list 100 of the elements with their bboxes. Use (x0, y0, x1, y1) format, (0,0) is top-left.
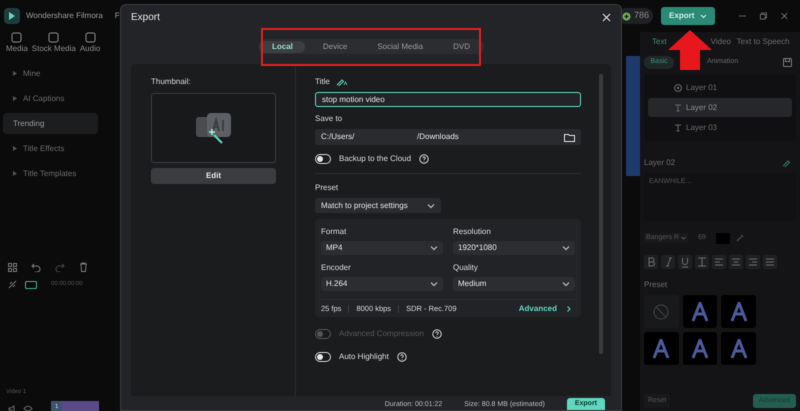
media-icon (48, 32, 60, 43)
media-tab[interactable]: Audio (80, 32, 100, 55)
eye-icon[interactable] (23, 405, 33, 411)
ai-image-icon (194, 111, 234, 145)
format-align-left-icon[interactable] (712, 255, 726, 269)
caret-icon (427, 202, 435, 208)
dialog-title: Export (131, 10, 160, 24)
save-path-field[interactable]: C:/Users/ /Downloads (315, 129, 581, 145)
format-align-right-icon[interactable] (746, 255, 760, 269)
text-icon (674, 104, 682, 112)
format-bold-icon[interactable] (644, 255, 658, 269)
pen-icon[interactable] (782, 159, 792, 167)
expand-caret-icon[interactable] (13, 171, 17, 176)
setting-label: Encoder (321, 262, 352, 273)
format-spacing-icon[interactable] (695, 255, 709, 269)
caret-icon (700, 14, 708, 18)
undo-icon[interactable] (31, 262, 41, 272)
format-align-center-icon[interactable] (729, 255, 743, 269)
text-style-preset[interactable] (721, 332, 756, 365)
layer-item[interactable]: Layer 03 (648, 118, 792, 137)
text-style-preset[interactable] (682, 295, 718, 328)
option-label: Auto Highlight (339, 351, 389, 363)
title-input[interactable]: stop motion video (315, 92, 581, 107)
folder-icon[interactable] (564, 132, 575, 142)
scrollbar[interactable] (599, 74, 603, 354)
close-icon[interactable] (781, 11, 788, 21)
panel-tab[interactable]: Text (652, 36, 667, 48)
media-icon (11, 32, 22, 43)
edit-button[interactable]: Edit (151, 168, 276, 184)
preset-dropdown[interactable]: Match to project settings (315, 198, 441, 213)
text-style-preset[interactable] (644, 332, 679, 365)
save-to-label: Save to (315, 113, 344, 125)
setting-dropdown[interactable]: H.264 (321, 277, 443, 291)
toggle-switch[interactable] (315, 154, 331, 164)
option-label: Advanced Compression (339, 328, 424, 340)
sidebar-item[interactable]: Title Effects (3, 138, 98, 159)
backup-label: Backup to the Cloud (339, 153, 412, 165)
help-icon[interactable] (432, 329, 442, 339)
ai-pen-icon[interactable] (336, 78, 348, 86)
expand-caret-icon[interactable] (13, 96, 17, 101)
setting-label: Format (321, 226, 348, 237)
restore-icon[interactable] (760, 11, 768, 21)
thumbnail-label: Thumbnail: (151, 76, 191, 88)
setting-dropdown[interactable]: 1920*1080 (453, 241, 575, 255)
setting-dropdown[interactable]: MP4 (321, 241, 443, 255)
expand-caret-icon[interactable] (13, 71, 17, 76)
export-tab[interactable]: DVD (441, 40, 482, 52)
format-justify-icon[interactable] (763, 255, 777, 269)
letter-a-icon (690, 338, 709, 358)
save-icon[interactable] (783, 58, 792, 66)
eyedropper-icon[interactable] (736, 234, 744, 242)
media-tab[interactable]: Stock Media (32, 32, 76, 55)
redo-icon[interactable] (55, 262, 65, 272)
panel-tab[interactable]: Video (710, 36, 737, 48)
toggle-switch[interactable] (315, 352, 331, 362)
grid-icon[interactable] (8, 262, 17, 272)
export-button[interactable]: Export (661, 7, 716, 25)
layer-item[interactable]: Layer 01 (648, 78, 792, 97)
app-logo-icon (4, 8, 20, 24)
circle-dot-icon (674, 84, 682, 92)
menu-item[interactable]: F (114, 10, 120, 22)
letter-a-icon (690, 302, 709, 322)
chevron-icon (567, 306, 571, 312)
panel-tab[interactable]: Text to Speech (736, 36, 790, 48)
sidebar-item[interactable]: Trending (3, 113, 98, 134)
format-underline-icon[interactable] (678, 255, 692, 269)
sidebar-item[interactable]: AI Captions (3, 88, 98, 109)
help-icon[interactable] (419, 154, 430, 164)
caret-icon (430, 245, 438, 251)
text-style-preset[interactable] (682, 332, 718, 365)
sidebar-item[interactable]: Title Templates (3, 163, 98, 184)
title-label: Title (315, 76, 330, 88)
export-tab[interactable]: Local (260, 40, 305, 52)
caret-icon (562, 281, 570, 287)
help-icon[interactable] (396, 352, 407, 362)
export-tab[interactable]: Social Media (365, 40, 436, 52)
letter-a-icon (730, 302, 748, 322)
trash-icon[interactable] (79, 262, 88, 272)
expand-caret-icon[interactable] (13, 146, 17, 151)
export-tab[interactable]: Device (310, 40, 360, 52)
none-icon[interactable] (644, 295, 679, 328)
format-italic-icon[interactable] (661, 255, 675, 269)
caret-icon (681, 236, 686, 240)
caret-icon (562, 245, 570, 251)
preset-label: Preset (315, 182, 340, 194)
minimize-icon[interactable] (739, 15, 746, 17)
app-title: Wondershare Filmora (26, 10, 103, 22)
advanced-link[interactable]: Advanced (518, 302, 571, 314)
setting-dropdown[interactable]: Medium (453, 277, 575, 291)
text-style-preset[interactable] (721, 295, 756, 328)
text-icon (674, 124, 682, 132)
caret-icon (430, 281, 438, 287)
media-tab[interactable]: Media (6, 32, 28, 55)
layer-title: Layer 02 (644, 157, 676, 169)
setting-label: Resolution (453, 226, 492, 237)
sidebar-item[interactable]: Mine (3, 63, 98, 84)
setting-label: Quality (453, 262, 479, 273)
letter-a-icon (730, 338, 748, 358)
speaker-icon[interactable] (8, 405, 17, 411)
layer-item[interactable]: Layer 02 (648, 98, 792, 117)
